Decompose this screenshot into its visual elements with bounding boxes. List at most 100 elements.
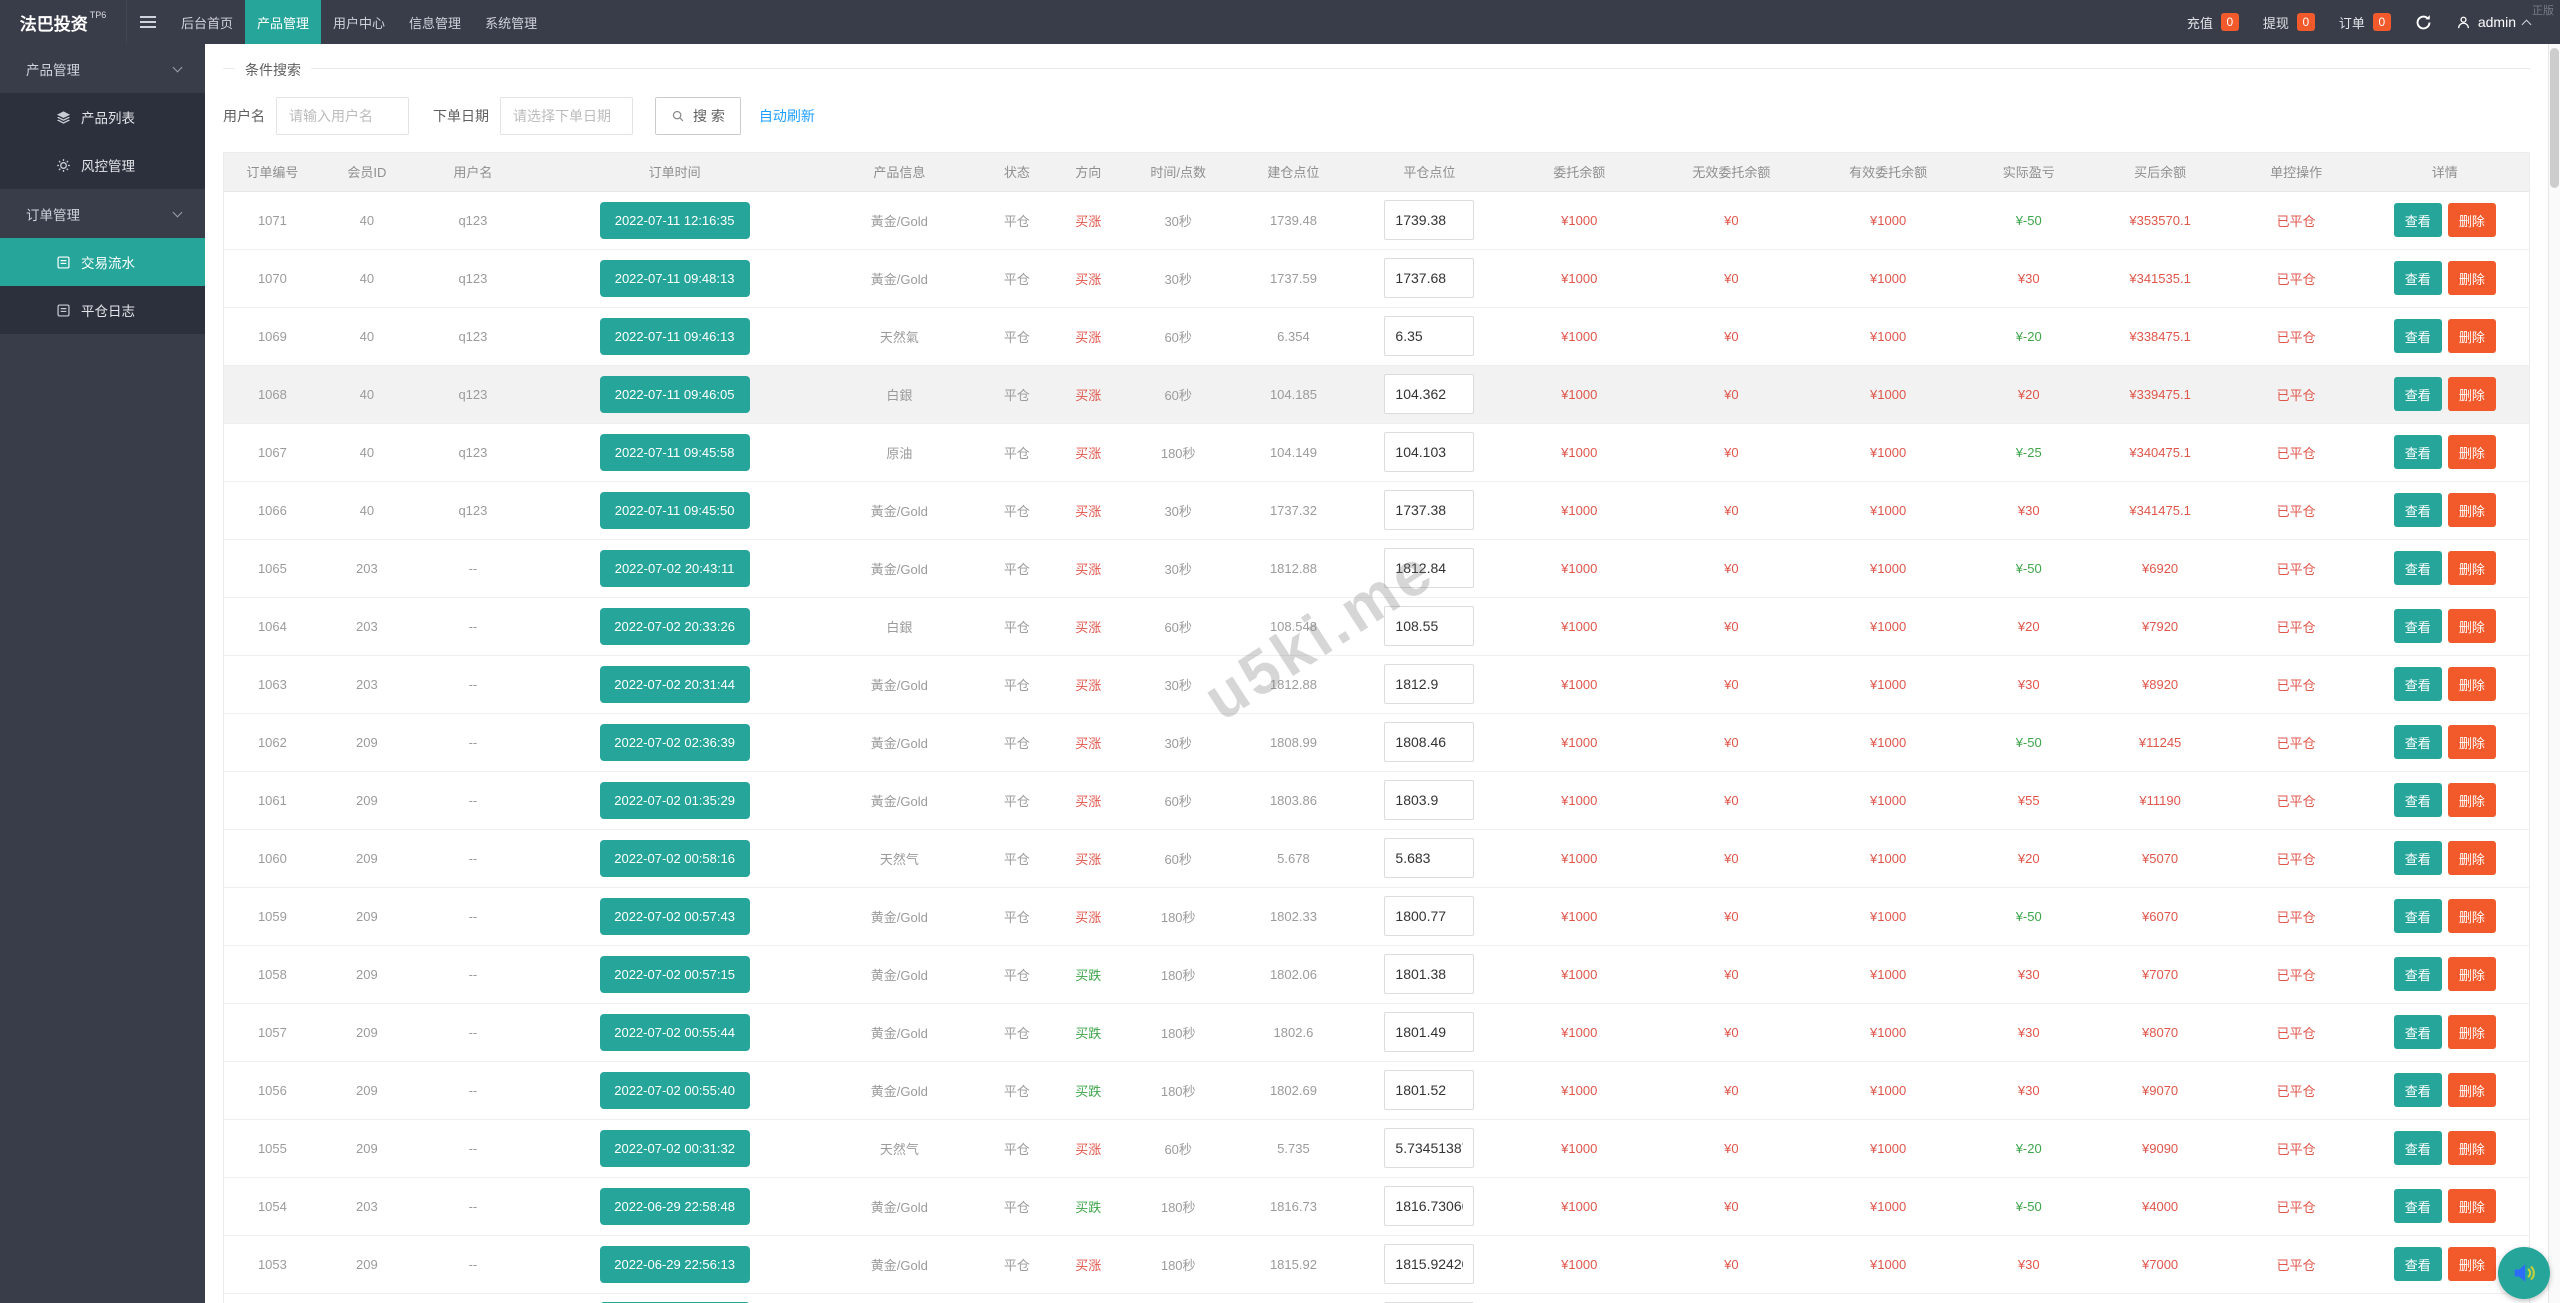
close-price-input[interactable] [1384, 316, 1474, 356]
auto-refresh-link[interactable]: 自动刷新 [759, 106, 815, 126]
delete-button[interactable]: 删除 [2448, 667, 2496, 701]
hamburger-icon[interactable] [127, 0, 169, 44]
brand[interactable]: 法巴投资 TP6 [0, 0, 127, 44]
close-price-input[interactable] [1384, 1186, 1474, 1226]
nav-item[interactable]: 用户中心 [321, 0, 397, 44]
view-button[interactable]: 查看 [2394, 435, 2442, 469]
view-button[interactable]: 查看 [2394, 319, 2442, 353]
close-price-input[interactable] [1384, 374, 1474, 414]
view-button[interactable]: 查看 [2394, 203, 2442, 237]
view-button[interactable]: 查看 [2394, 725, 2442, 759]
sidebar-item[interactable]: 风控管理 [0, 141, 205, 189]
delete-button[interactable]: 删除 [2448, 899, 2496, 933]
close-price-input[interactable] [1384, 664, 1474, 704]
delete-button[interactable]: 删除 [2448, 493, 2496, 527]
user-menu[interactable]: admin [2456, 14, 2530, 30]
view-button[interactable]: 查看 [2394, 1131, 2442, 1165]
stat-提现[interactable]: 提现0 [2263, 13, 2315, 32]
delete-button[interactable]: 删除 [2448, 841, 2496, 875]
scrollbar-thumb[interactable] [2550, 48, 2559, 188]
close-price-input[interactable] [1384, 258, 1474, 298]
order-time-button[interactable]: 2022-07-02 20:31:44 [600, 666, 750, 703]
view-button[interactable]: 查看 [2394, 551, 2442, 585]
delete-button[interactable]: 删除 [2448, 261, 2496, 295]
delete-button[interactable]: 删除 [2448, 1247, 2496, 1281]
view-button[interactable]: 查看 [2394, 667, 2442, 701]
order-time-button[interactable]: 2022-07-02 20:33:26 [600, 608, 750, 645]
close-price-input[interactable] [1384, 1012, 1474, 1052]
view-button[interactable]: 查看 [2394, 783, 2442, 817]
scrollbar[interactable] [2548, 44, 2560, 1303]
delete-button[interactable]: 删除 [2448, 609, 2496, 643]
close-price-input[interactable] [1384, 200, 1474, 240]
sidebar-item[interactable]: 产品列表 [0, 93, 205, 141]
sound-toggle-button[interactable] [2498, 1247, 2550, 1299]
order-time-button[interactable]: 2022-06-29 22:56:13 [600, 1246, 750, 1283]
close-price-input[interactable] [1384, 780, 1474, 820]
view-button[interactable]: 查看 [2394, 957, 2442, 991]
close-price-input[interactable] [1384, 954, 1474, 994]
close-price-input[interactable] [1384, 548, 1474, 588]
order-time-button[interactable]: 2022-07-11 09:46:05 [600, 376, 750, 413]
close-price-input[interactable] [1384, 490, 1474, 530]
delete-button[interactable]: 删除 [2448, 1073, 2496, 1107]
order-time-button[interactable]: 2022-06-29 22:58:48 [600, 1188, 750, 1225]
view-button[interactable]: 查看 [2394, 899, 2442, 933]
nav-item[interactable]: 产品管理 [245, 0, 321, 44]
username-input[interactable] [276, 97, 409, 135]
order-time-button[interactable]: 2022-07-02 00:31:32 [600, 1130, 750, 1167]
delete-button[interactable]: 删除 [2448, 1015, 2496, 1049]
delete-button[interactable]: 删除 [2448, 435, 2496, 469]
close-price-input[interactable] [1384, 1070, 1474, 1110]
close-price-input[interactable] [1384, 432, 1474, 472]
view-button[interactable]: 查看 [2394, 841, 2442, 875]
nav-item[interactable]: 系统管理 [473, 0, 549, 44]
delete-button[interactable]: 删除 [2448, 551, 2496, 585]
sidebar-group-header[interactable]: 订单管理 [0, 189, 205, 238]
refresh-icon[interactable] [2415, 14, 2432, 31]
close-price-input[interactable] [1384, 1128, 1474, 1168]
order-time-button[interactable]: 2022-07-02 00:57:43 [600, 898, 750, 935]
sidebar-item[interactable]: 交易流水 [0, 238, 205, 286]
order-time-button[interactable]: 2022-07-02 20:43:11 [600, 550, 750, 587]
order-time-button[interactable]: 2022-07-11 09:46:13 [600, 318, 750, 355]
view-button[interactable]: 查看 [2394, 1073, 2442, 1107]
close-price-input[interactable] [1384, 722, 1474, 762]
nav-item[interactable]: 信息管理 [397, 0, 473, 44]
delete-button[interactable]: 删除 [2448, 203, 2496, 237]
view-button[interactable]: 查看 [2394, 493, 2442, 527]
stat-充值[interactable]: 充值0 [2187, 13, 2239, 32]
delete-button[interactable]: 删除 [2448, 1131, 2496, 1165]
view-button[interactable]: 查看 [2394, 377, 2442, 411]
view-button[interactable]: 查看 [2394, 609, 2442, 643]
search-button[interactable]: 搜 索 [655, 97, 741, 135]
view-button[interactable]: 查看 [2394, 261, 2442, 295]
close-price-input[interactable] [1384, 896, 1474, 936]
order-time-button[interactable]: 2022-07-02 01:35:29 [600, 782, 750, 819]
order-time-button[interactable]: 2022-07-02 00:55:40 [600, 1072, 750, 1109]
order-time-button[interactable]: 2022-07-02 02:36:39 [600, 724, 750, 761]
close-price-input[interactable] [1384, 838, 1474, 878]
view-button[interactable]: 查看 [2394, 1247, 2442, 1281]
order-time-button[interactable]: 2022-07-02 00:55:44 [600, 1014, 750, 1051]
order-time-button[interactable]: 2022-07-11 09:48:13 [600, 260, 750, 297]
stat-订单[interactable]: 订单0 [2339, 13, 2391, 32]
delete-button[interactable]: 删除 [2448, 957, 2496, 991]
view-button[interactable]: 查看 [2394, 1189, 2442, 1223]
order-time-button[interactable]: 2022-07-11 12:16:35 [600, 202, 750, 239]
delete-button[interactable]: 删除 [2448, 377, 2496, 411]
view-button[interactable]: 查看 [2394, 1015, 2442, 1049]
sidebar-item[interactable]: 平仓日志 [0, 286, 205, 334]
delete-button[interactable]: 删除 [2448, 1189, 2496, 1223]
order-time-button[interactable]: 2022-07-11 09:45:50 [600, 492, 750, 529]
order-time-button[interactable]: 2022-07-02 00:57:15 [600, 956, 750, 993]
date-input[interactable] [500, 97, 633, 135]
order-time-button[interactable]: 2022-07-02 00:58:16 [600, 840, 750, 877]
delete-button[interactable]: 删除 [2448, 783, 2496, 817]
close-price-input[interactable] [1384, 1244, 1474, 1284]
sidebar-group-header[interactable]: 产品管理 [0, 44, 205, 93]
order-time-button[interactable]: 2022-07-11 09:45:58 [600, 434, 750, 471]
delete-button[interactable]: 删除 [2448, 725, 2496, 759]
delete-button[interactable]: 删除 [2448, 319, 2496, 353]
nav-item[interactable]: 后台首页 [169, 0, 245, 44]
